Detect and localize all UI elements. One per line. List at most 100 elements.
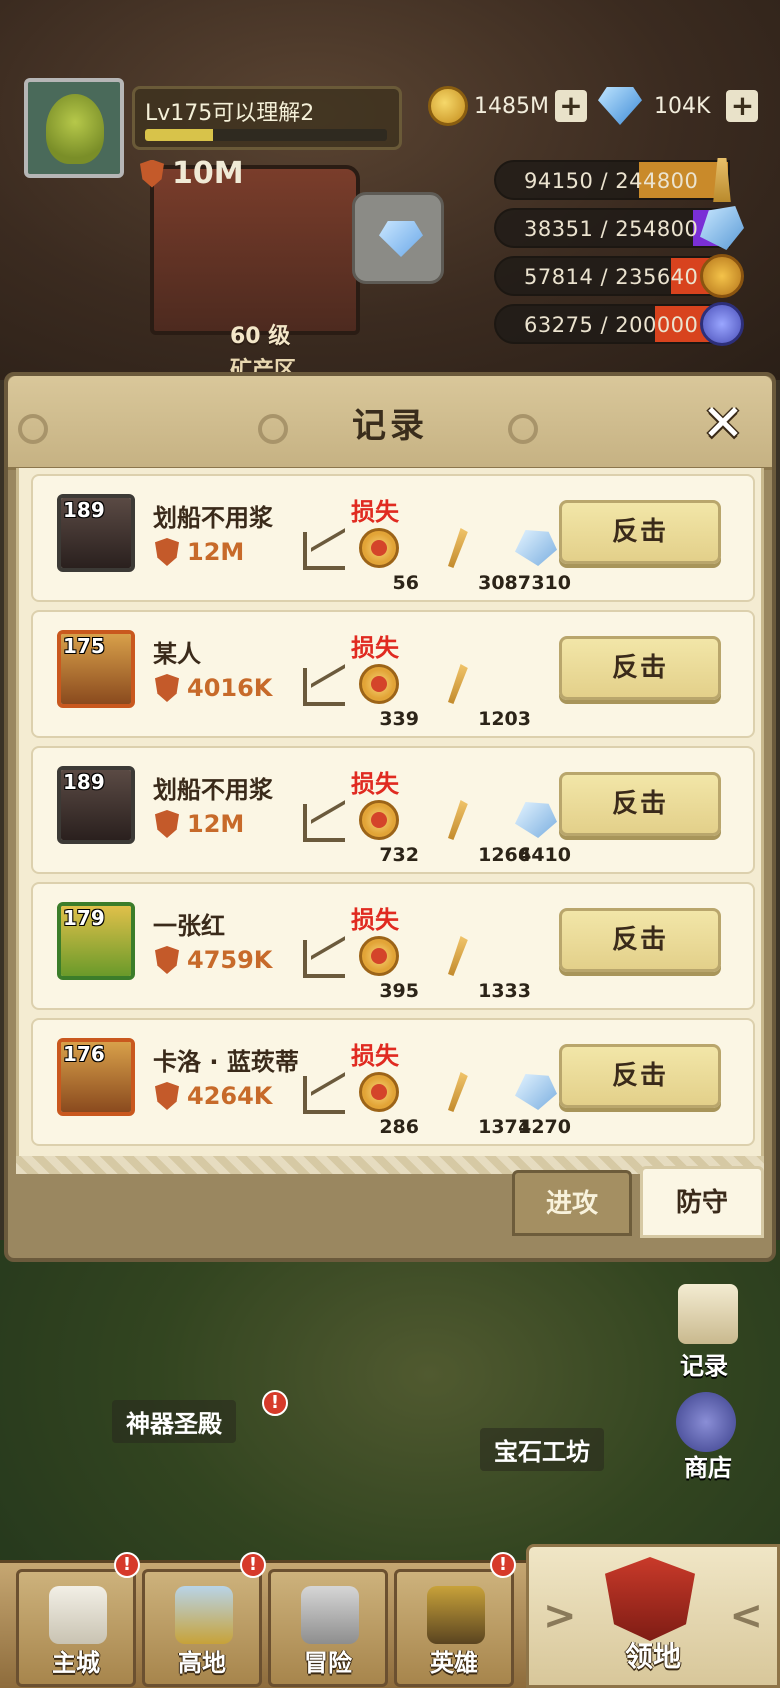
nav-territory-label: 领地 <box>624 1640 681 1673</box>
record-list[interactable]: 189 划船不用浆 12M 损失 56 3087 310 反击 175 某人 4016K 损失 339 1… <box>16 468 764 1168</box>
add-diamond-button[interactable]: + <box>726 90 759 122</box>
wheat-icon <box>448 936 468 976</box>
enemy-level: 176 <box>63 1042 105 1066</box>
counterattack-button[interactable]: 反击 <box>559 636 721 700</box>
record-icon[interactable] <box>678 1284 738 1344</box>
diamond-icon <box>598 87 642 125</box>
coin-loss-value: 339 <box>379 708 419 730</box>
gem-workshop-label[interactable]: 宝石工坊 <box>480 1428 604 1471</box>
add-gold-button[interactable]: + <box>554 90 587 122</box>
nav-adventure[interactable]: 冒险 <box>268 1569 388 1687</box>
gold-coin-icon <box>428 86 468 126</box>
counterattack-button[interactable]: 反击 <box>559 1044 721 1108</box>
resource-bar: 94150 / 244800 <box>494 158 731 202</box>
crystal-icon <box>515 530 557 566</box>
crystal-loss-value: 4270 <box>518 1116 571 1138</box>
nav-highland-alert: ! <box>240 1552 266 1578</box>
enemy-power-value: 4759K <box>187 946 273 974</box>
crystal-loss-value: 4410 <box>518 844 571 866</box>
enemy-portrait[interactable]: 189 <box>57 766 135 844</box>
loss-status: 损失 <box>351 770 399 798</box>
nav-highland-label: 高地 <box>178 1649 226 1677</box>
shop-button-label[interactable]: 商店 <box>684 1448 732 1483</box>
wheat-icon <box>448 528 468 568</box>
record-button-label[interactable]: 记录 <box>680 1346 728 1381</box>
crystal-icon <box>515 802 557 838</box>
nav-main-city[interactable]: 主城 <box>16 1569 136 1687</box>
enemy-portrait[interactable]: 175 <box>57 630 135 708</box>
loss-status: 损失 <box>351 906 399 934</box>
record-dialog: 记录 ✕ 189 划船不用浆 12M 损失 56 3087 310 反击 175 某人 4016K 损… <box>4 372 776 1262</box>
record-row: 189 划船不用浆 12M 损失 56 3087 310 反击 <box>31 474 755 602</box>
chevron-right-icon[interactable]: > <box>543 1593 577 1639</box>
crystal-loss-value: 310 <box>531 572 571 594</box>
coin-icon <box>359 1072 399 1112</box>
stats-chart-icon[interactable] <box>303 804 345 842</box>
artifact-hall-label[interactable]: 神器圣殿 <box>112 1400 236 1443</box>
avatar-face <box>46 94 104 164</box>
shield-icon <box>155 810 179 838</box>
dialog-header: 记录 ✕ <box>8 376 772 470</box>
tab-defend[interactable]: 防守 <box>640 1166 764 1238</box>
player-info: Lv175可以理解2 <box>132 86 402 150</box>
dialog-title: 记录 <box>352 406 428 446</box>
nav-hero-label: 英雄 <box>430 1649 478 1677</box>
nav-territory[interactable]: > < 领地 <box>526 1544 780 1688</box>
stats-chart-icon[interactable] <box>303 1076 345 1114</box>
wheat-icon <box>448 1072 468 1112</box>
shield-icon <box>140 159 164 188</box>
enemy-power-value: 12M <box>187 810 245 838</box>
enemy-name: 划船不用浆 <box>153 504 273 532</box>
nav-hero[interactable]: 英雄 <box>394 1569 514 1687</box>
counterattack-button[interactable]: 反击 <box>559 500 721 564</box>
crystal-icon <box>379 221 423 257</box>
resource-value: 57814 / 235640 <box>524 265 699 289</box>
enemy-name: 划船不用浆 <box>153 776 273 804</box>
shield-icon <box>155 946 179 974</box>
loss-status: 损失 <box>351 634 399 662</box>
shield-icon <box>155 538 179 566</box>
shop-icon[interactable] <box>676 1392 736 1452</box>
resource-bar: 57814 / 235640 <box>494 254 744 298</box>
enemy-power-value: 4016K <box>187 674 273 702</box>
chevron-left-icon[interactable]: < <box>729 1593 763 1639</box>
crown-icon <box>175 1586 233 1644</box>
resource-bar: 63275 / 200000 <box>494 302 744 346</box>
player-avatar[interactable] <box>24 78 124 178</box>
coin-icon <box>700 254 744 298</box>
stats-chart-icon[interactable] <box>303 532 345 570</box>
player-power: 10M <box>140 156 244 191</box>
resource-value: 94150 / 244800 <box>524 169 699 193</box>
enemy-portrait[interactable]: 179 <box>57 902 135 980</box>
nav-main-city-label: 主城 <box>52 1649 100 1677</box>
counterattack-button[interactable]: 反击 <box>559 908 721 972</box>
coin-loss-value: 395 <box>379 980 419 1002</box>
enemy-level: 179 <box>63 906 105 930</box>
nav-highland[interactable]: 高地 <box>142 1569 262 1687</box>
territory-shield-icon <box>605 1557 695 1641</box>
helmet-icon <box>427 1586 485 1644</box>
diamond-value: 104K <box>654 93 711 119</box>
stats-chart-icon[interactable] <box>303 668 345 706</box>
enemy-name: 卡洛 · 蓝莰蒂 <box>153 1048 299 1076</box>
tab-attack[interactable]: 进攻 <box>512 1170 632 1236</box>
artifact-hall-alert: ! <box>262 1390 288 1416</box>
wheat-loss-value: 1203 <box>478 708 531 730</box>
close-icon[interactable]: ✕ <box>696 396 750 450</box>
crossed-swords-icon <box>301 1586 359 1644</box>
counterattack-button[interactable]: 反击 <box>559 772 721 836</box>
player-name: Lv175可以理解2 <box>145 101 315 126</box>
gold-currency: 1485M + <box>428 86 587 126</box>
record-row: 179 一张红 4759K 损失 395 1333 反击 <box>31 882 755 1010</box>
enemy-power: 12M <box>155 810 244 838</box>
coin-loss-value: 56 <box>392 572 419 594</box>
nav-adventure-label: 冒险 <box>304 1649 352 1677</box>
enemy-name: 某人 <box>153 640 201 668</box>
enemy-portrait[interactable]: 176 <box>57 1038 135 1116</box>
stats-chart-icon[interactable] <box>303 940 345 978</box>
power-value: 10M <box>172 156 244 191</box>
mine-level: 60 级 <box>230 324 291 349</box>
enemy-level: 175 <box>63 634 105 658</box>
enemy-portrait[interactable]: 189 <box>57 494 135 572</box>
crystal-icon <box>515 1074 557 1110</box>
